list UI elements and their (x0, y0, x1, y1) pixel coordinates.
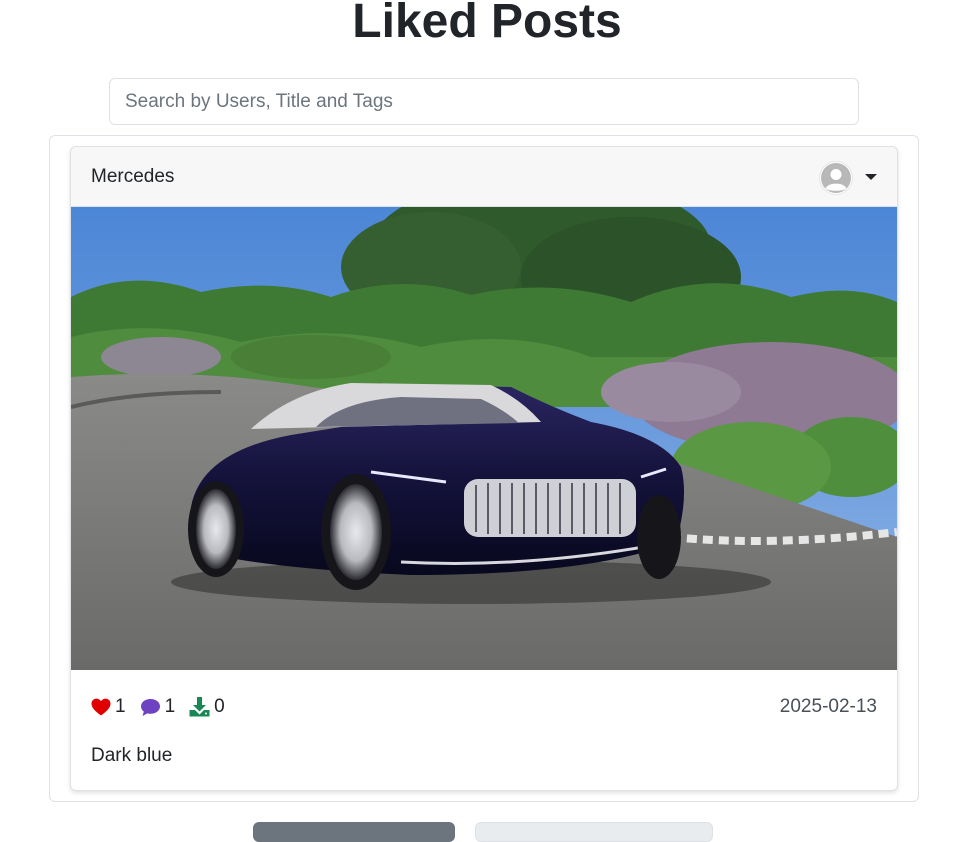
comment-button[interactable]: 1 (140, 696, 176, 718)
pagination-previous-button[interactable] (253, 822, 455, 842)
post-stats: 1 1 0 (91, 695, 239, 719)
post-image[interactable] (71, 207, 897, 670)
post-date: 2025-02-13 (779, 696, 877, 717)
like-button[interactable]: 1 (91, 696, 126, 718)
like-count: 1 (115, 696, 126, 717)
download-count: 0 (214, 696, 225, 717)
post-card-header: Mercedes (71, 147, 897, 207)
download-icon (189, 697, 210, 717)
page-title: Liked Posts (352, 0, 622, 48)
caret-down-icon[interactable] (865, 174, 877, 180)
post-author[interactable]: Mercedes (91, 166, 174, 188)
comment-icon (140, 698, 160, 716)
user-avatar-icon[interactable] (819, 161, 853, 195)
pagination-next-button[interactable] (475, 822, 713, 842)
comment-count: 1 (164, 696, 176, 717)
post-caption: Dark blue (91, 745, 173, 766)
download-button[interactable]: 0 (189, 696, 225, 718)
heart-icon (91, 698, 111, 716)
search-input[interactable] (109, 78, 859, 125)
post-card: Mercedes 1 1 0 2025-02-13 Dark blue (70, 146, 898, 791)
